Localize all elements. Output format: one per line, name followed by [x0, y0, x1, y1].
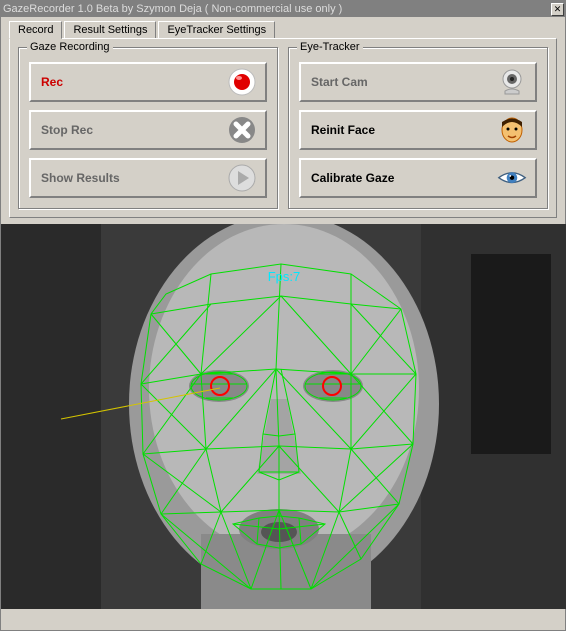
tab-result-settings[interactable]: Result Settings [64, 21, 156, 38]
play-icon [227, 163, 257, 193]
stop-rec-button-label: Stop Rec [41, 123, 93, 137]
close-icon: ✕ [554, 5, 562, 14]
fps-overlay: Fps:7 [268, 269, 301, 284]
rec-button-label: Rec [41, 75, 63, 89]
close-button[interactable]: ✕ [551, 3, 564, 16]
app-window: GazeRecorder 1.0 Beta by Szymon Deja ( N… [0, 0, 566, 631]
group-eye-tracker-legend: Eye-Tracker [297, 41, 363, 53]
eye-icon [497, 163, 527, 193]
face-icon [497, 115, 527, 145]
camera-preview: Fps:7 [1, 224, 566, 609]
group-gaze-recording-legend: Gaze Recording [27, 41, 113, 53]
stop-icon [227, 115, 257, 145]
tab-panel-record: Gaze Recording Rec Stop Rec Show Results [9, 38, 557, 218]
show-results-button-label: Show Results [41, 171, 120, 185]
stop-rec-button[interactable]: Stop Rec [29, 110, 267, 150]
tab-record[interactable]: Record [9, 21, 62, 39]
tab-strip: Record Result Settings EyeTracker Settin… [1, 17, 565, 38]
calibrate-gaze-button-label: Calibrate Gaze [311, 171, 394, 185]
group-gaze-recording: Gaze Recording Rec Stop Rec Show Results [18, 47, 278, 209]
start-cam-button-label: Start Cam [311, 75, 368, 89]
start-cam-button[interactable]: Start Cam [299, 62, 537, 102]
calibrate-gaze-button[interactable]: Calibrate Gaze [299, 158, 537, 198]
titlebar: GazeRecorder 1.0 Beta by Szymon Deja ( N… [1, 1, 565, 17]
reinit-face-button-label: Reinit Face [311, 123, 375, 137]
rec-button[interactable]: Rec [29, 62, 267, 102]
record-icon [227, 67, 257, 97]
titlebar-text: GazeRecorder 1.0 Beta by Szymon Deja ( N… [3, 3, 342, 15]
reinit-face-button[interactable]: Reinit Face [299, 110, 537, 150]
group-eye-tracker: Eye-Tracker Start Cam Reinit Face Calibr… [288, 47, 548, 209]
webcam-icon [497, 67, 527, 97]
tab-eyetracker-settings[interactable]: EyeTracker Settings [158, 21, 275, 38]
show-results-button[interactable]: Show Results [29, 158, 267, 198]
